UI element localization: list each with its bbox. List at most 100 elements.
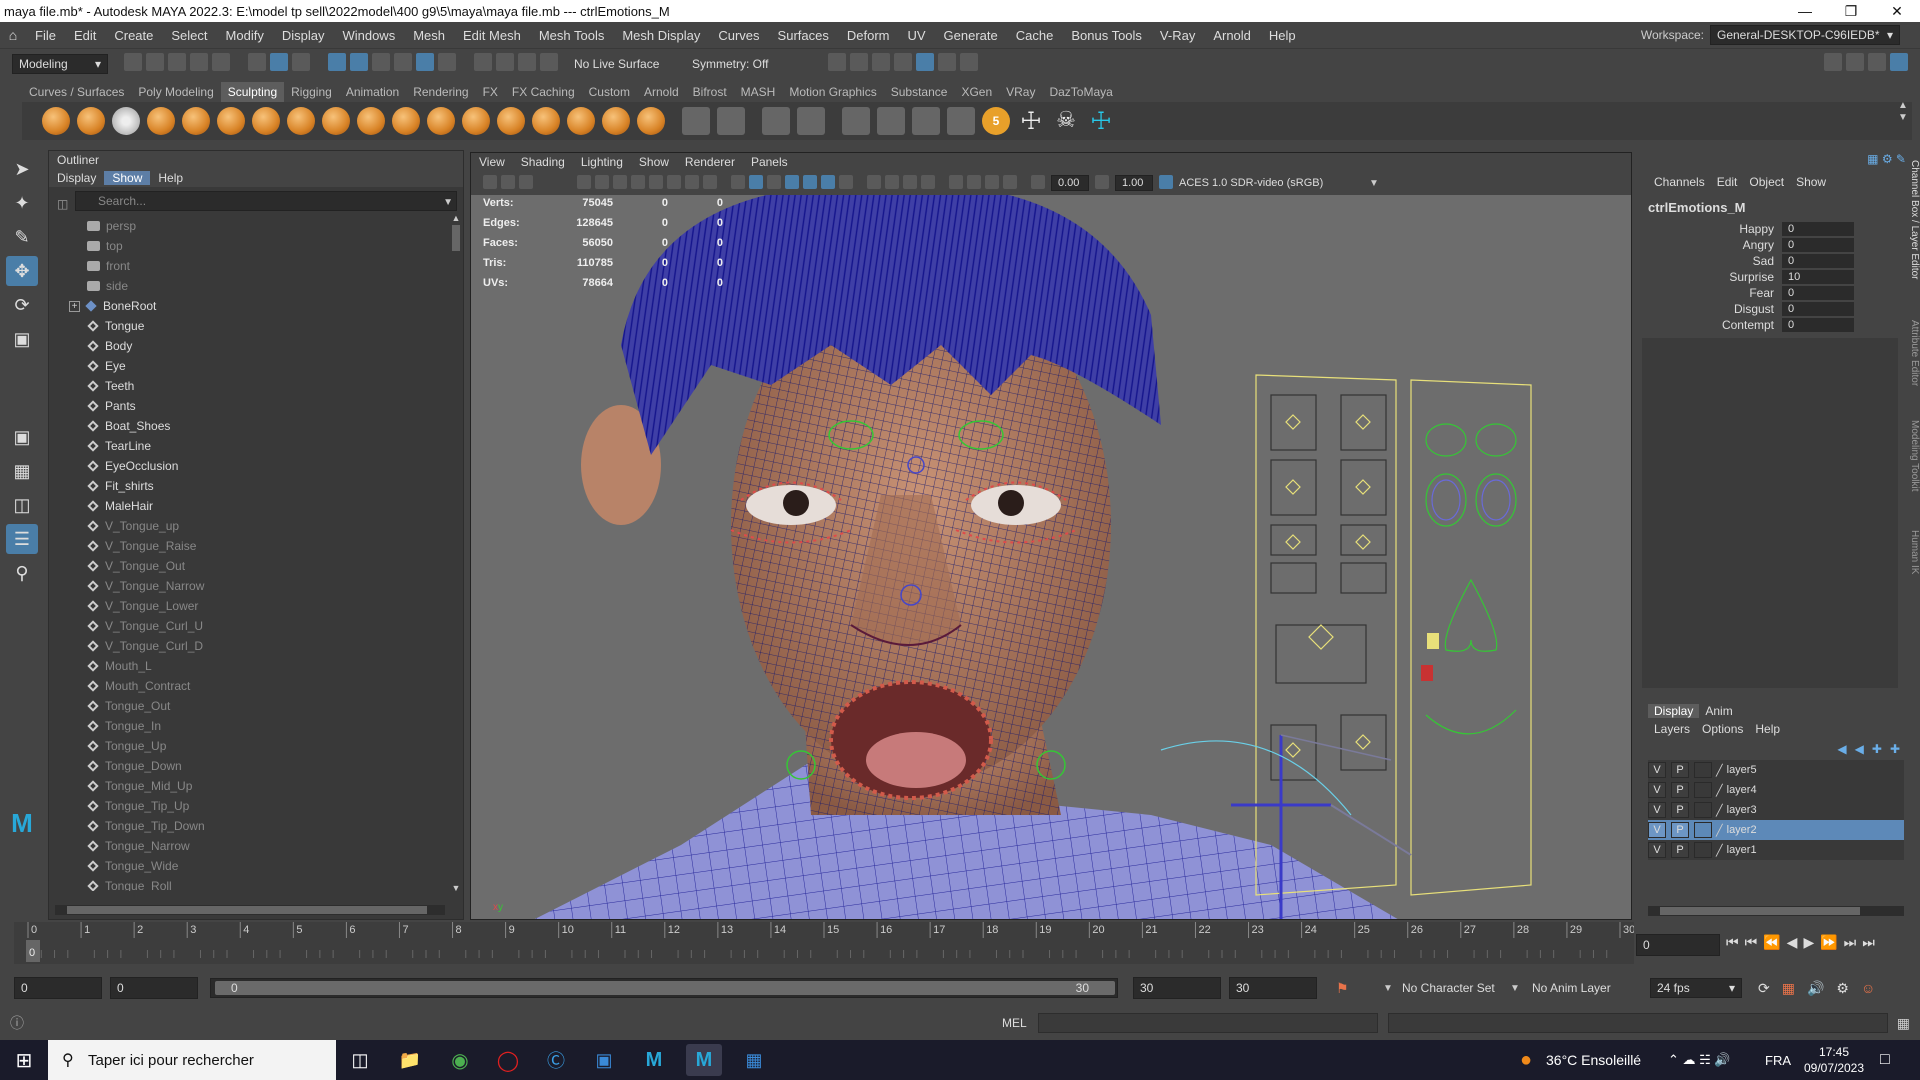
menu-bonus-tools[interactable]: Bonus Tools [1062,28,1151,43]
open-scene-icon[interactable] [144,53,166,74]
layer-playback-toggle[interactable]: P [1671,822,1689,838]
light-editor-icon[interactable] [936,53,958,74]
menu-modify[interactable]: Modify [217,28,273,43]
menu-create[interactable]: Create [105,28,162,43]
snap-curve-icon[interactable] [348,53,370,74]
exposure-icon[interactable] [1029,174,1047,192]
menu-mesh[interactable]: Mesh [404,28,454,43]
pinch-brush-icon[interactable] [182,107,210,135]
outliner-item[interactable]: Tongue_Out [49,696,449,716]
layer-visibility-toggle[interactable]: V [1648,762,1666,778]
menu-curves[interactable]: Curves [709,28,768,43]
attr-value-field[interactable]: 0 [1782,302,1854,316]
workspace-dropdown[interactable]: General-DESKTOP-C96IEDB* ▾ [1710,25,1900,45]
camera-attr-icon[interactable] [499,174,517,192]
layer-playback-toggle[interactable]: P [1671,762,1689,778]
store-icon[interactable]: ▣ [586,1044,622,1076]
shelf-tab-bifrost[interactable]: Bifrost [686,82,734,102]
attr-value-field[interactable]: 0 [1782,318,1854,332]
new-layer-icon[interactable]: ✚ [1872,742,1882,756]
play-back-icon[interactable]: ◀ [1787,934,1798,951]
chevron-down-icon[interactable]: ▼ [1510,983,1520,994]
anim-prefs-icon[interactable]: ⚙ [1836,980,1849,997]
snap-view-icon[interactable] [392,53,414,74]
outliner-menu-display[interactable]: Display [49,171,104,185]
attr-row[interactable]: Angry 0 [1642,237,1910,253]
skull-icon[interactable]: ☠ [1052,107,1080,135]
outliner-item[interactable]: Tongue_In [49,716,449,736]
maximize-button[interactable]: ❐ [1828,0,1874,22]
shadows-icon[interactable] [837,174,855,192]
attr-row[interactable]: Contempt 0 [1642,317,1910,333]
attr-row[interactable]: Fear 0 [1642,285,1910,301]
menu-surfaces[interactable]: Surfaces [769,28,838,43]
calculator-icon[interactable]: ▦ [736,1044,772,1076]
lasso-tool-icon[interactable]: ✦ [6,188,38,218]
fill-brush-icon[interactable] [462,107,490,135]
isolate-icon[interactable] [947,174,965,192]
outliner-item[interactable]: Pants [49,396,449,416]
menu-edit-mesh[interactable]: Edit Mesh [454,28,530,43]
play-forward-icon[interactable]: ▶ [1803,934,1814,951]
attribute-editor-icon[interactable] [1844,53,1866,74]
loop-icon[interactable]: ⟳ [1758,980,1770,997]
shelf-tab-curves-surfaces[interactable]: Curves / Surfaces [22,82,131,102]
help-icon[interactable]: ⓘ [10,1013,24,1033]
lock-icon[interactable] [436,53,458,74]
outliner-item[interactable]: persp [49,216,449,236]
bulge-brush-icon[interactable] [567,107,595,135]
outliner-item[interactable]: Tongue_Tip_Up [49,796,449,816]
layer-row[interactable]: V P ╱ layer5 [1648,760,1904,780]
taskbar-search-input[interactable]: ⚲ Taper ici pour rechercher [48,1040,336,1080]
select-tool-icon[interactable]: ➤ [6,154,38,184]
grab-brush-icon[interactable] [147,107,175,135]
layer-visibility-toggle[interactable]: V [1648,822,1666,838]
clock[interactable]: 17:45 09/07/2023 [1800,1044,1868,1076]
menu-uv[interactable]: UV [898,28,934,43]
chevron-down-icon[interactable]: ▼ [443,197,453,208]
go-to-end-icon[interactable]: ⏭ [1862,934,1875,951]
menu-windows[interactable]: Windows [333,28,404,43]
shelf-tab-substance[interactable]: Substance [884,82,955,102]
task-view-icon[interactable]: ◫ [342,1044,378,1076]
sound-icon[interactable]: 🔊 [1807,980,1824,997]
vp-menu-lighting[interactable]: Lighting [573,155,631,169]
outliner-item[interactable]: Fit_shirts [49,476,449,496]
outliner-item[interactable]: Teeth [49,376,449,396]
vp-menu-panels[interactable]: Panels [743,155,796,169]
menu-generate[interactable]: Generate [935,28,1007,43]
outliner-item[interactable]: V_Tongue_Lower [49,596,449,616]
shelf-tab-arnold[interactable]: Arnold [637,82,686,102]
pause-icon[interactable] [958,53,980,74]
character-set-dropdown[interactable]: No Character Set [1402,981,1495,995]
new-scene-icon[interactable] [122,53,144,74]
character-icon[interactable]: ☺ [1861,980,1875,997]
outliner-menu-show[interactable]: Show [104,171,151,185]
five-icon[interactable]: 5 [982,107,1010,135]
image-plane-icon[interactable] [575,174,593,192]
attr-row[interactable]: Surprise 10 [1642,269,1910,285]
attr-value-field[interactable]: 0 [1782,254,1854,268]
2d-pan-icon[interactable] [593,174,611,192]
vp-menu-shading[interactable]: Shading [513,155,573,169]
filter-icon[interactable]: ◫ [57,197,68,211]
cb-menu-show[interactable]: Show [1790,175,1832,189]
render-frame-icon[interactable] [848,53,870,74]
current-frame-field[interactable]: 0 [1636,934,1720,956]
flatten-brush-icon[interactable] [217,107,245,135]
home-icon[interactable]: ⌂ [0,27,26,43]
outliner-item[interactable]: top [49,236,449,256]
save-scene-icon[interactable] [166,53,188,74]
ssao-icon[interactable] [865,174,883,192]
wireframe-on-shaded-icon[interactable] [783,174,801,192]
layer-menu-options[interactable]: Options [1696,722,1749,736]
shelf-tab-mash[interactable]: MASH [734,82,783,102]
scrape-brush-icon[interactable] [427,107,455,135]
repeat-brush-icon[interactable] [322,107,350,135]
new-layer-selected-icon[interactable]: ✚ [1890,742,1900,756]
menu-arnold[interactable]: Arnold [1204,28,1260,43]
cb-menu-edit[interactable]: Edit [1711,175,1744,189]
input-language[interactable]: FRA [1765,1053,1791,1068]
scene-end-field[interactable]: 30 [1229,977,1317,999]
key-icon[interactable]: ▦ [1782,980,1795,997]
